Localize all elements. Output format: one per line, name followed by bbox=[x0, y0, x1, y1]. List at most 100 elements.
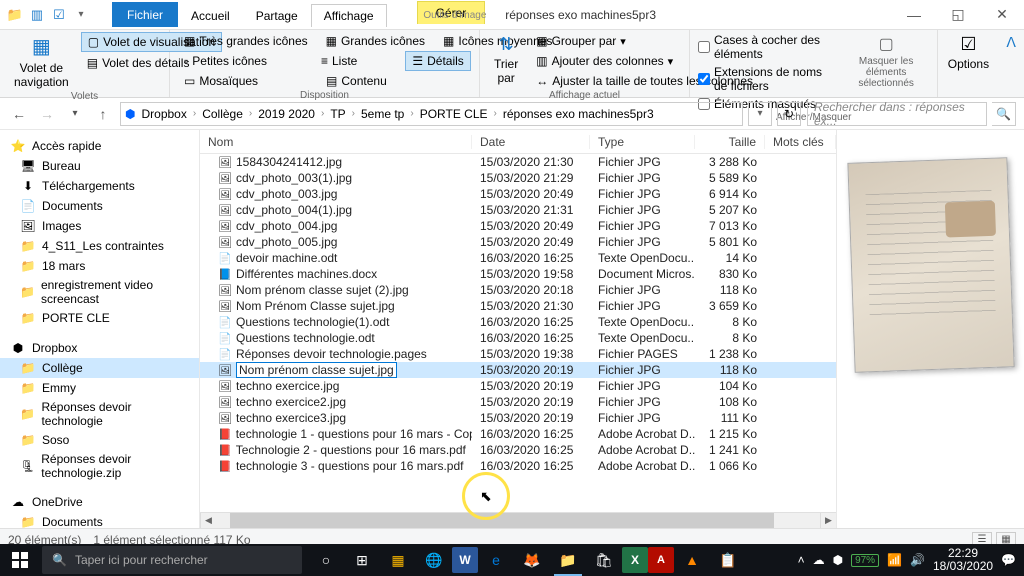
acrobat-icon[interactable]: A bbox=[648, 547, 674, 573]
sidebar-item[interactable]: 📁Réponses devoir technologie bbox=[0, 398, 199, 430]
file-row[interactable]: 🖼Nom prénom classe sujet (2).jpg15/03/20… bbox=[200, 282, 836, 298]
taskbar-search[interactable]: 🔍 Taper ici pour rechercher bbox=[42, 546, 302, 574]
col-mots[interactable]: Mots clés bbox=[765, 135, 836, 149]
dropbox-tray-icon[interactable]: ⬢ bbox=[833, 553, 843, 567]
tab-partage[interactable]: Partage bbox=[243, 4, 311, 27]
vlc-icon[interactable]: ▲ bbox=[674, 544, 710, 576]
nav-pane-button[interactable]: ▦ Volet de navigation bbox=[8, 32, 75, 91]
file-row[interactable]: 🖼techno exercice2.jpg15/03/2020 20:19Fic… bbox=[200, 394, 836, 410]
list-button[interactable]: ≡Liste bbox=[315, 52, 363, 70]
search-input[interactable]: Rechercher dans : réponses ex... bbox=[807, 102, 987, 126]
tiles-button[interactable]: ▭Mosaïques bbox=[178, 72, 264, 90]
sidebar-item[interactable]: 📁4_S11_Les contraintes bbox=[0, 236, 199, 256]
sidebar-item[interactable]: 📁18 mars bbox=[0, 256, 199, 276]
breadcrumb-item[interactable]: 2019 2020 bbox=[254, 107, 319, 121]
sidebar-item[interactable]: 📄Documents bbox=[0, 196, 199, 216]
clock[interactable]: 22:29 18/03/2020 bbox=[933, 547, 993, 573]
battery-indicator[interactable]: 97% bbox=[851, 554, 879, 567]
sidebar-item[interactable]: 🖥Bureau bbox=[0, 156, 199, 176]
explorer-icon[interactable]: 📁 bbox=[550, 544, 586, 576]
notifications-icon[interactable]: 💬 bbox=[1001, 553, 1016, 567]
xl-icons-button[interactable]: ▦Très grandes icônes bbox=[178, 32, 314, 50]
file-row[interactable]: 🖼techno exercice3.jpg15/03/2020 20:19Fic… bbox=[200, 410, 836, 426]
notepad-icon[interactable]: 📋 bbox=[710, 544, 746, 576]
up-button[interactable]: ↑ bbox=[92, 103, 114, 125]
file-row[interactable]: 📄devoir machine.odt16/03/2020 16:25Texte… bbox=[200, 250, 836, 266]
excel-icon[interactable]: X bbox=[622, 547, 648, 573]
firefox-icon[interactable]: 🦊 bbox=[514, 544, 550, 576]
sidebar-item[interactable]: 🖼Images bbox=[0, 216, 199, 236]
tray-chevron-icon[interactable]: ˄ bbox=[798, 553, 805, 567]
ribbon-collapse-button[interactable]: ᐱ bbox=[998, 30, 1024, 97]
app-icon-1[interactable]: ▦ bbox=[380, 544, 416, 576]
sidebar-item[interactable]: ⭐Accès rapide bbox=[0, 136, 199, 156]
sidebar-item[interactable]: 🗜Réponses devoir technologie.zip bbox=[0, 450, 199, 482]
file-row[interactable]: 🖼Nom Prénom Classe sujet.jpg15/03/2020 2… bbox=[200, 298, 836, 314]
breadcrumb-item[interactable]: réponses exo machines5pr3 bbox=[499, 107, 658, 121]
file-row[interactable]: 📄Réponses devoir technologie.pages15/03/… bbox=[200, 346, 836, 362]
hscroll-thumb[interactable] bbox=[230, 513, 774, 528]
sidebar-item[interactable]: ⬇Téléchargements bbox=[0, 176, 199, 196]
hscroll[interactable]: ◀ ▶ bbox=[200, 512, 836, 528]
hscroll-left[interactable]: ◀ bbox=[200, 513, 216, 528]
volume-icon[interactable]: 🔊 bbox=[910, 553, 925, 567]
sidebar-item[interactable]: 📁Collège bbox=[0, 358, 199, 378]
recent-dropdown[interactable]: ▾ bbox=[64, 103, 86, 125]
small-icons-button[interactable]: ▫Petites icônes bbox=[178, 52, 273, 70]
tab-fichier[interactable]: Fichier bbox=[112, 2, 178, 27]
file-row[interactable]: 🖼cdv_photo_005.jpg15/03/2020 20:49Fichie… bbox=[200, 234, 836, 250]
extensions-toggle[interactable]: Extensions de noms de fichiers bbox=[698, 64, 837, 94]
close-button[interactable]: ✕ bbox=[980, 0, 1024, 30]
file-row[interactable]: 🖼Nom prénom classe sujet.jpg15/03/2020 2… bbox=[200, 362, 836, 378]
file-list[interactable]: 🖼1584304241412.jpg15/03/2020 21:30Fichie… bbox=[200, 154, 836, 512]
sidebar-item[interactable]: ☁OneDrive bbox=[0, 492, 199, 512]
onedrive-tray-icon[interactable]: ☁ bbox=[813, 553, 825, 567]
tab-accueil[interactable]: Accueil bbox=[178, 4, 243, 27]
hide-selected-button[interactable]: ▢ Masquer les éléments sélectionnés bbox=[843, 32, 930, 91]
search-go-button[interactable]: 🔍 bbox=[992, 102, 1016, 126]
wifi-icon[interactable]: 📶 bbox=[887, 553, 902, 567]
content-button[interactable]: ▤Contenu bbox=[320, 72, 393, 90]
store-icon[interactable]: 🛍 bbox=[586, 544, 622, 576]
sidebar-item[interactable]: 📁Soso bbox=[0, 430, 199, 450]
details-view-button[interactable]: ☰Détails bbox=[405, 51, 470, 71]
breadcrumb-item[interactable]: 5eme tp bbox=[357, 107, 408, 121]
cortana-icon[interactable]: ○ bbox=[308, 544, 344, 576]
file-row[interactable]: 🖼cdv_photo_004(1).jpg15/03/2020 21:31Fic… bbox=[200, 202, 836, 218]
edge-icon[interactable]: e bbox=[478, 544, 514, 576]
sidebar-item[interactable]: ⬢Dropbox bbox=[0, 338, 199, 358]
sort-button[interactable]: ⇅ Trier par bbox=[488, 32, 524, 87]
word-icon[interactable]: W bbox=[452, 547, 478, 573]
file-row[interactable]: 📄Questions technologie.odt16/03/2020 16:… bbox=[200, 330, 836, 346]
system-tray[interactable]: ˄ ☁ ⬢ 97% 📶 🔊 22:29 18/03/2020 💬 bbox=[790, 547, 1024, 573]
tab-affichage[interactable]: Affichage bbox=[311, 4, 387, 27]
sidebar-item[interactable]: 📁Documents bbox=[0, 512, 199, 528]
file-row[interactable]: 📄Questions technologie(1).odt16/03/2020 … bbox=[200, 314, 836, 330]
large-icons-button[interactable]: ▦Grandes icônes bbox=[320, 32, 431, 50]
column-headers[interactable]: Nom Date Type Taille Mots clés bbox=[200, 130, 836, 154]
sidebar-item[interactable]: 📁PORTE CLE bbox=[0, 308, 199, 328]
back-button[interactable]: ← bbox=[8, 103, 30, 125]
col-taille[interactable]: Taille bbox=[695, 135, 765, 149]
start-button[interactable] bbox=[0, 544, 40, 576]
file-row[interactable]: 📕technologie 3 - questions pour 16 mars.… bbox=[200, 458, 836, 474]
file-name[interactable]: Nom prénom classe sujet.jpg bbox=[236, 362, 397, 378]
app-icon-2[interactable]: 🌐 bbox=[416, 544, 452, 576]
col-type[interactable]: Type bbox=[590, 135, 695, 149]
qat-dropdown-icon[interactable]: ▾ bbox=[72, 6, 90, 24]
task-view-icon[interactable]: ⊞ bbox=[344, 544, 380, 576]
minimize-button[interactable]: — bbox=[892, 0, 936, 30]
col-date[interactable]: Date bbox=[472, 135, 590, 149]
file-row[interactable]: 📕Technologie 2 - questions pour 16 mars.… bbox=[200, 442, 836, 458]
breadcrumb-item[interactable]: PORTE CLE bbox=[416, 107, 492, 121]
file-row[interactable]: 📕technologie 1 - questions pour 16 mars … bbox=[200, 426, 836, 442]
breadcrumb-item[interactable]: Dropbox bbox=[137, 107, 190, 121]
sidebar-item[interactable]: 📁enregistrement video screencast bbox=[0, 276, 199, 308]
checkboxes-toggle[interactable]: Cases à cocher des éléments bbox=[698, 32, 837, 62]
sidebar-item[interactable]: 📁Emmy bbox=[0, 378, 199, 398]
hscroll-right[interactable]: ▶ bbox=[820, 513, 836, 528]
address-bar[interactable]: ⬢ Dropbox›Collège›2019 2020›TP›5eme tp›P… bbox=[120, 102, 743, 126]
file-row[interactable]: 🖼cdv_photo_003(1).jpg15/03/2020 21:29Fic… bbox=[200, 170, 836, 186]
file-row[interactable]: 🖼cdv_photo_004.jpg15/03/2020 20:49Fichie… bbox=[200, 218, 836, 234]
options-button[interactable]: ☑ Options bbox=[946, 32, 990, 73]
